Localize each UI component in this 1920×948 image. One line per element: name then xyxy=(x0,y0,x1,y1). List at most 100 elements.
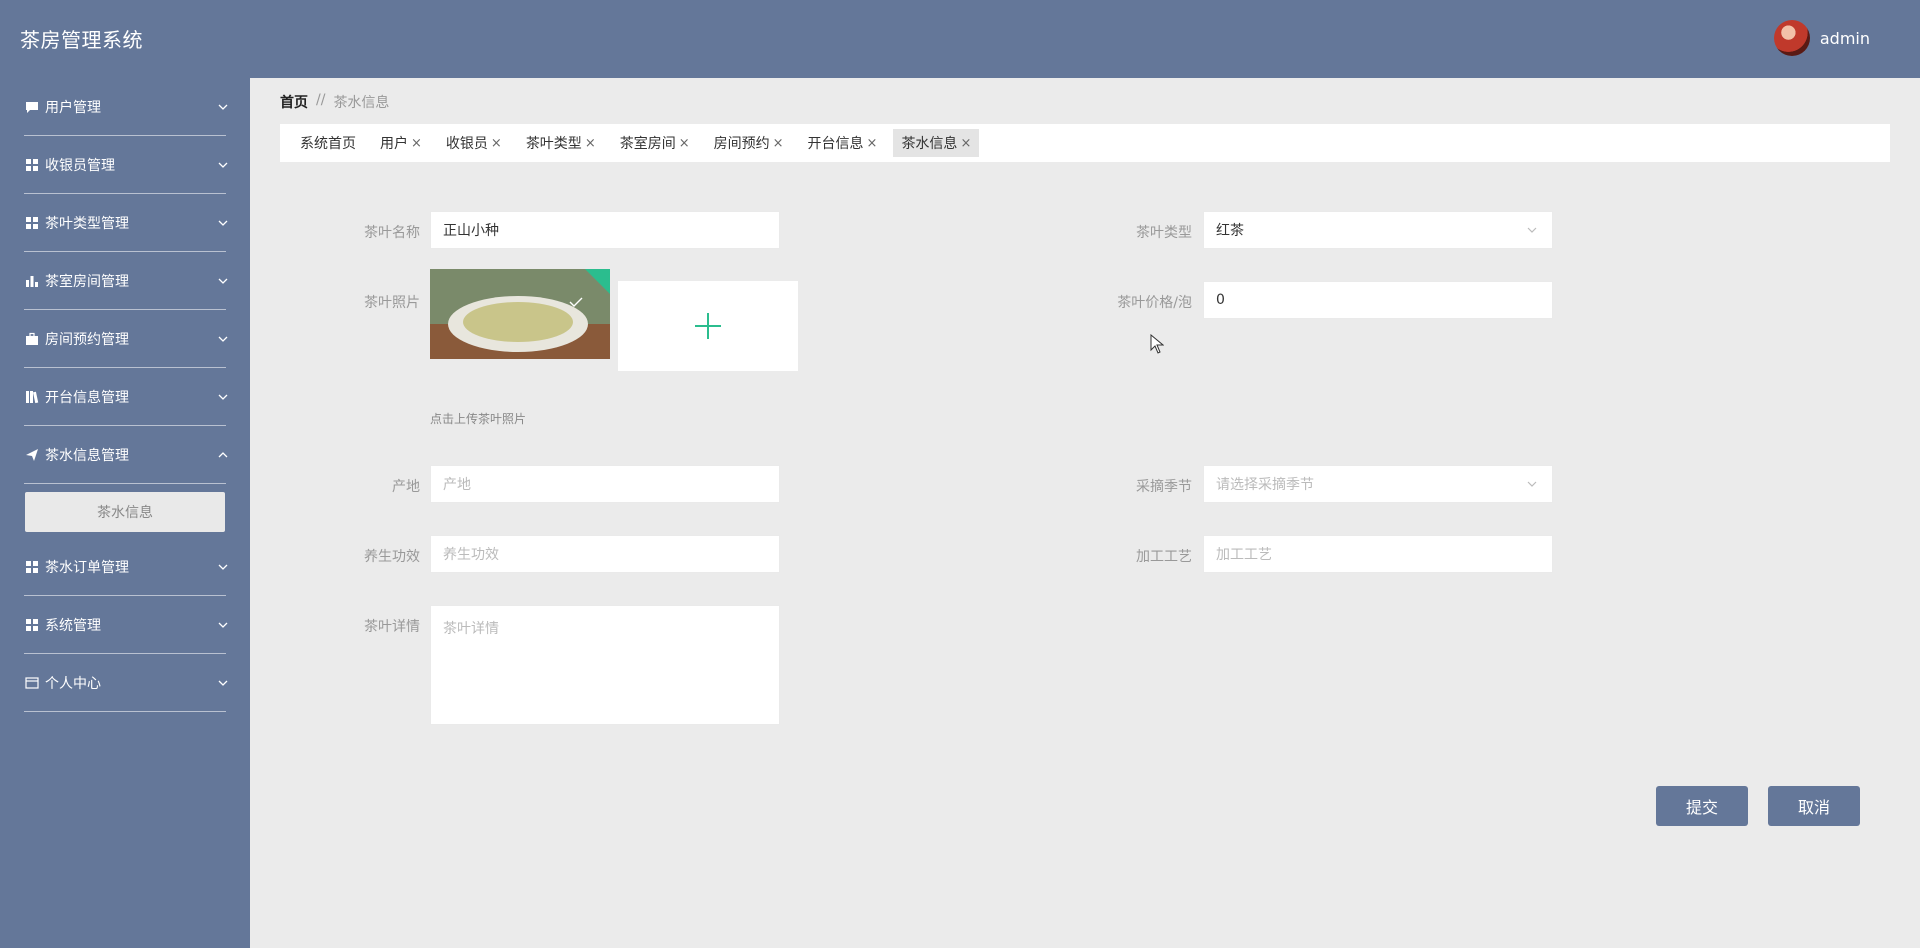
process-input[interactable]: 加工工艺 xyxy=(1203,535,1553,573)
plus-icon xyxy=(695,313,721,339)
sidebar-item-reservation-management[interactable]: 房间预约管理 xyxy=(0,310,250,368)
tab-tea-info[interactable]: 茶水信息 × xyxy=(893,129,980,157)
close-icon[interactable]: × xyxy=(960,136,971,151)
grid-icon xyxy=(25,216,39,230)
sidebar-item-table-info-management[interactable]: 开台信息管理 xyxy=(0,368,250,426)
tea-price-input[interactable]: 0 xyxy=(1203,281,1553,319)
main-content: 首页 // 茶水信息 系统首页 用户 × 收银员 × 茶叶类型 × 茶室房间 × 房间预… xyxy=(250,78,1920,948)
tab-cashier[interactable]: 收银员 × xyxy=(438,129,510,157)
chevron-down-icon xyxy=(218,564,228,570)
tab-table-info[interactable]: 开台信息 × xyxy=(800,129,886,157)
chevron-down-icon xyxy=(218,278,228,284)
grid-icon xyxy=(25,158,39,172)
tea-photo-thumbnail[interactable] xyxy=(430,269,610,359)
sidebar-item-label: 茶室房间管理 xyxy=(45,274,129,290)
benefit-placeholder: 养生功效 xyxy=(443,547,499,563)
close-icon[interactable]: × xyxy=(773,136,784,151)
card-icon xyxy=(25,676,39,690)
tab-label: 系统首页 xyxy=(300,136,356,152)
breadcrumb-separator: // xyxy=(316,92,326,108)
chevron-down-icon xyxy=(218,394,228,400)
season-select[interactable]: 请选择采摘季节 xyxy=(1203,465,1553,503)
tea-type-value: 红茶 xyxy=(1216,223,1244,239)
avatar[interactable] xyxy=(1773,20,1810,56)
tea-name-input[interactable]: 正山小种 xyxy=(430,211,780,249)
chevron-up-icon xyxy=(218,452,228,458)
breadcrumb-home[interactable]: 首页 xyxy=(280,92,308,112)
origin-placeholder: 产地 xyxy=(443,477,471,493)
tea-type-label: 茶叶类型 xyxy=(1136,225,1192,241)
tea-name-value: 正山小种 xyxy=(443,223,499,239)
sidebar: 用户管理 收银员管理 茶叶类型管理 茶室房间管理 房间预约管理 开台信息管理 茶… xyxy=(0,78,250,948)
chevron-down-icon xyxy=(218,220,228,226)
sidebar-item-label: 茶水信息管理 xyxy=(45,448,129,464)
benefit-label: 养生功效 xyxy=(364,549,420,565)
sidebar-item-system-management[interactable]: 系统管理 xyxy=(0,596,250,654)
sidebar-item-label: 茶水订单管理 xyxy=(45,560,129,576)
sidebar-item-label: 收银员管理 xyxy=(45,158,115,174)
tab-tea-type[interactable]: 茶叶类型 × xyxy=(518,129,604,157)
sidebar-item-label: 系统管理 xyxy=(45,618,101,634)
chevron-down-icon xyxy=(218,162,228,168)
process-label: 加工工艺 xyxy=(1136,549,1192,565)
sidebar-item-label: 用户管理 xyxy=(45,100,101,116)
origin-label: 产地 xyxy=(392,479,420,495)
sidebar-item-label: 开台信息管理 xyxy=(45,390,129,406)
tab-user[interactable]: 用户 × xyxy=(372,129,430,157)
tab-label: 房间预约 xyxy=(713,136,770,152)
top-header: 茶房管理系统 admin xyxy=(0,0,1920,78)
detail-label: 茶叶详情 xyxy=(364,619,420,635)
season-label: 采摘季节 xyxy=(1136,479,1192,495)
sidebar-item-label: 茶叶类型管理 xyxy=(45,216,129,232)
user-menu[interactable]: admin xyxy=(1773,20,1870,56)
sidebar-item-room-management[interactable]: 茶室房间管理 xyxy=(0,252,250,310)
app-title: 茶房管理系统 xyxy=(20,28,143,52)
tab-label: 用户 xyxy=(380,136,408,152)
upload-photo-button[interactable] xyxy=(618,281,798,371)
sidebar-subitem-tea-info[interactable]: 茶水信息 xyxy=(25,492,225,532)
tab-label: 茶叶类型 xyxy=(525,136,582,152)
briefcase-icon xyxy=(25,332,39,346)
tea-price-label: 茶叶价格/泡 xyxy=(1117,295,1192,311)
breadcrumb: 首页 // 茶水信息 xyxy=(280,92,389,112)
tea-type-select[interactable]: 红茶 xyxy=(1203,211,1553,249)
origin-input[interactable]: 产地 xyxy=(430,465,780,503)
username[interactable]: admin xyxy=(1820,29,1870,48)
cancel-button[interactable]: 取消 xyxy=(1768,786,1860,826)
sidebar-item-user-management[interactable]: 用户管理 xyxy=(0,78,250,136)
chevron-down-icon xyxy=(1527,227,1537,233)
sidebar-item-label: 个人中心 xyxy=(45,676,101,692)
sidebar-item-tea-info-management[interactable]: 茶水信息管理 xyxy=(0,426,250,484)
tab-home[interactable]: 系统首页 xyxy=(292,129,364,157)
send-icon xyxy=(25,448,39,462)
sidebar-item-tea-type-management[interactable]: 茶叶类型管理 xyxy=(0,194,250,252)
close-icon[interactable]: × xyxy=(411,136,422,151)
chat-icon xyxy=(25,100,39,114)
tab-tea-room[interactable]: 茶室房间 × xyxy=(612,129,698,157)
mouse-cursor-icon xyxy=(1150,334,1164,354)
close-icon[interactable]: × xyxy=(867,136,878,151)
close-icon[interactable]: × xyxy=(679,136,690,151)
tea-name-label: 茶叶名称 xyxy=(364,225,420,241)
sidebar-item-cashier-management[interactable]: 收银员管理 xyxy=(0,136,250,194)
tab-reservation[interactable]: 房间预约 × xyxy=(706,129,792,157)
library-icon xyxy=(25,390,39,404)
submit-button[interactable]: 提交 xyxy=(1656,786,1748,826)
grid-icon xyxy=(25,560,39,574)
chevron-down-icon xyxy=(218,680,228,686)
sidebar-item-personal-center[interactable]: 个人中心 xyxy=(0,654,250,712)
sidebar-item-tea-order-management[interactable]: 茶水订单管理 xyxy=(0,538,250,596)
process-placeholder: 加工工艺 xyxy=(1216,547,1272,563)
tab-label: 收银员 xyxy=(445,136,488,152)
chevron-down-icon xyxy=(218,622,228,628)
close-icon[interactable]: × xyxy=(491,136,502,151)
detail-textarea[interactable]: 茶叶详情 xyxy=(430,605,780,725)
sidebar-item-label: 房间预约管理 xyxy=(45,332,129,348)
breadcrumb-current: 茶水信息 xyxy=(333,95,390,111)
tea-price-value: 0 xyxy=(1216,292,1225,308)
bar-chart-icon xyxy=(25,274,39,288)
close-icon[interactable]: × xyxy=(585,136,596,151)
chevron-down-icon xyxy=(218,336,228,342)
chevron-down-icon xyxy=(1527,481,1537,487)
benefit-input[interactable]: 养生功效 xyxy=(430,535,780,573)
